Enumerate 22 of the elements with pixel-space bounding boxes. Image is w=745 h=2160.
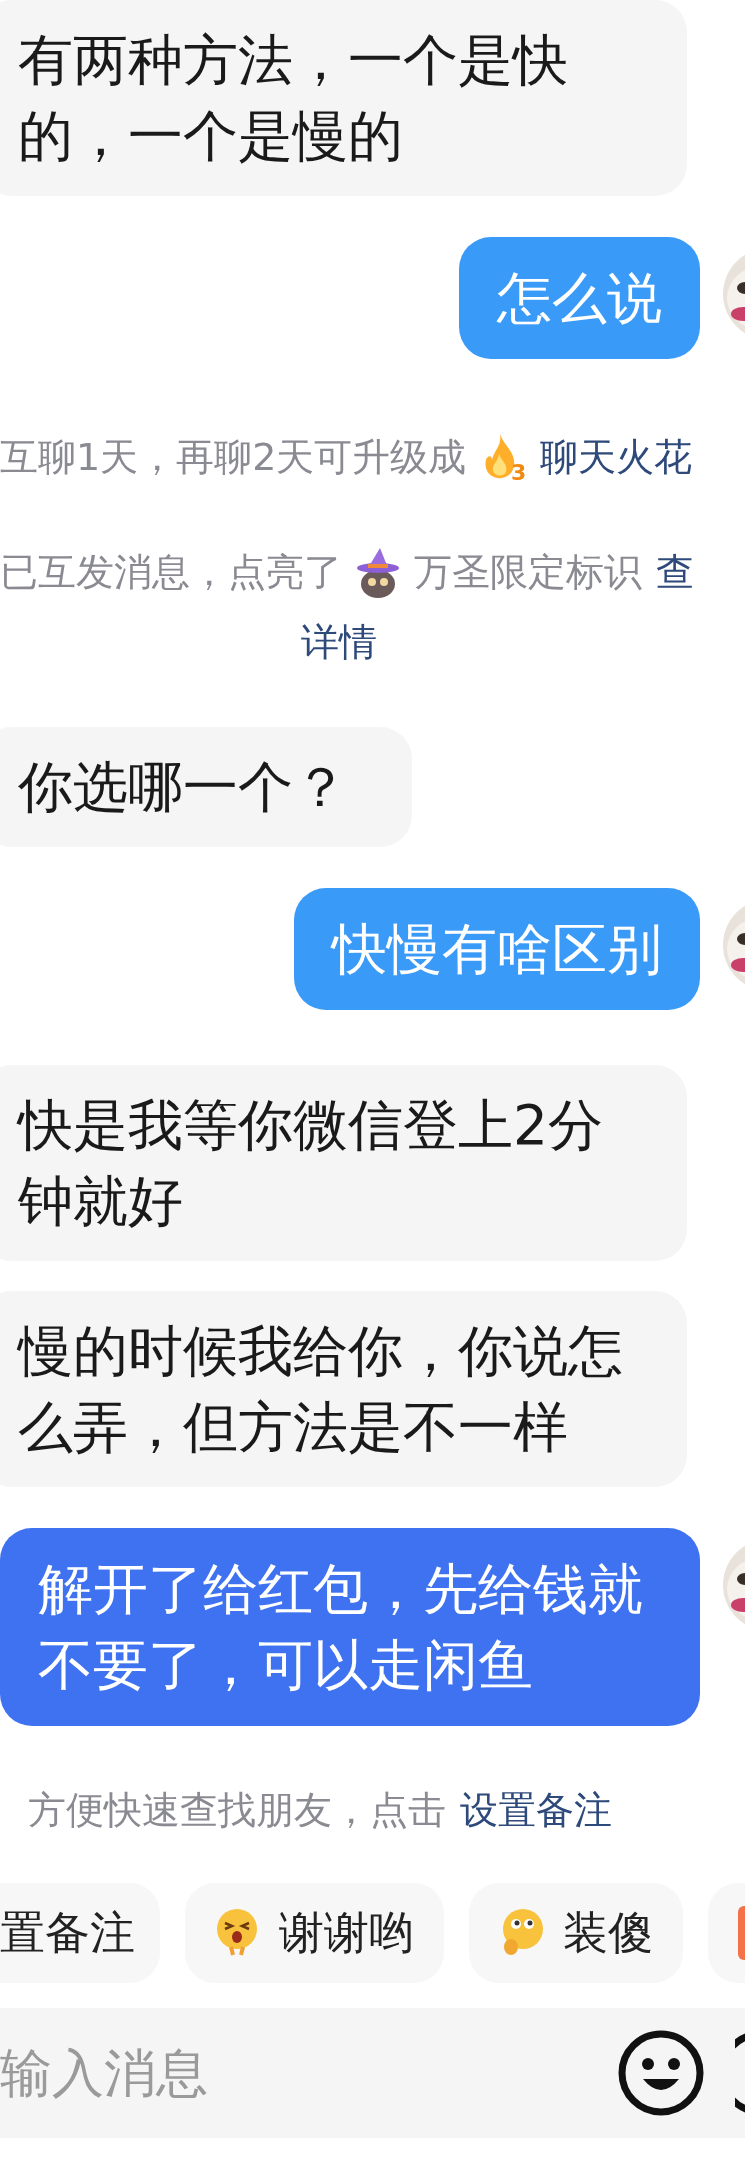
- message-bubble: 解开了给红包，先给钱就不要了，可以走闲鱼: [0, 1528, 700, 1726]
- notice-link[interactable]: 查: [656, 546, 694, 598]
- notice-link[interactable]: 聊天火花: [540, 431, 693, 483]
- message-input[interactable]: 输入消息: [0, 2043, 617, 2103]
- quick-reply-chip[interactable]: 装傻: [469, 1883, 683, 1983]
- notice-text: 已互发消息，点亮了: [0, 548, 342, 596]
- message-bubble: 有两种方法，一个是快的，一个是慢的: [0, 0, 687, 196]
- message-bubble: 你选哪一个？: [0, 727, 412, 847]
- quick-reply-chip[interactable]: 置备注: [0, 1883, 160, 1983]
- message-bubble: 慢的时候我给你，你说怎么弄，但方法是不一样: [0, 1291, 687, 1487]
- message-bubble: 快是我等你微信登上2分钟就好: [0, 1065, 687, 1261]
- emoji-icon[interactable]: [617, 2029, 705, 2117]
- message-bubble: 快慢有啥区别: [294, 888, 700, 1010]
- notice-text: 万圣限定标识: [414, 548, 642, 596]
- message-input-bar[interactable]: 输入消息: [0, 2008, 745, 2138]
- cat-witch-hat-icon: [356, 546, 400, 598]
- message-bubble: 怎么说: [459, 237, 700, 359]
- set-remark-link[interactable]: 设置备注: [460, 1785, 612, 1835]
- hint-text: 方便快速查找朋友，点击: [28, 1787, 446, 1834]
- notice-text: 互聊1天，再聊2天可升级成: [0, 433, 467, 481]
- quick-reply-chip[interactable]: 谢谢哟: [185, 1883, 444, 1983]
- notice-link[interactable]: 详情: [300, 620, 377, 664]
